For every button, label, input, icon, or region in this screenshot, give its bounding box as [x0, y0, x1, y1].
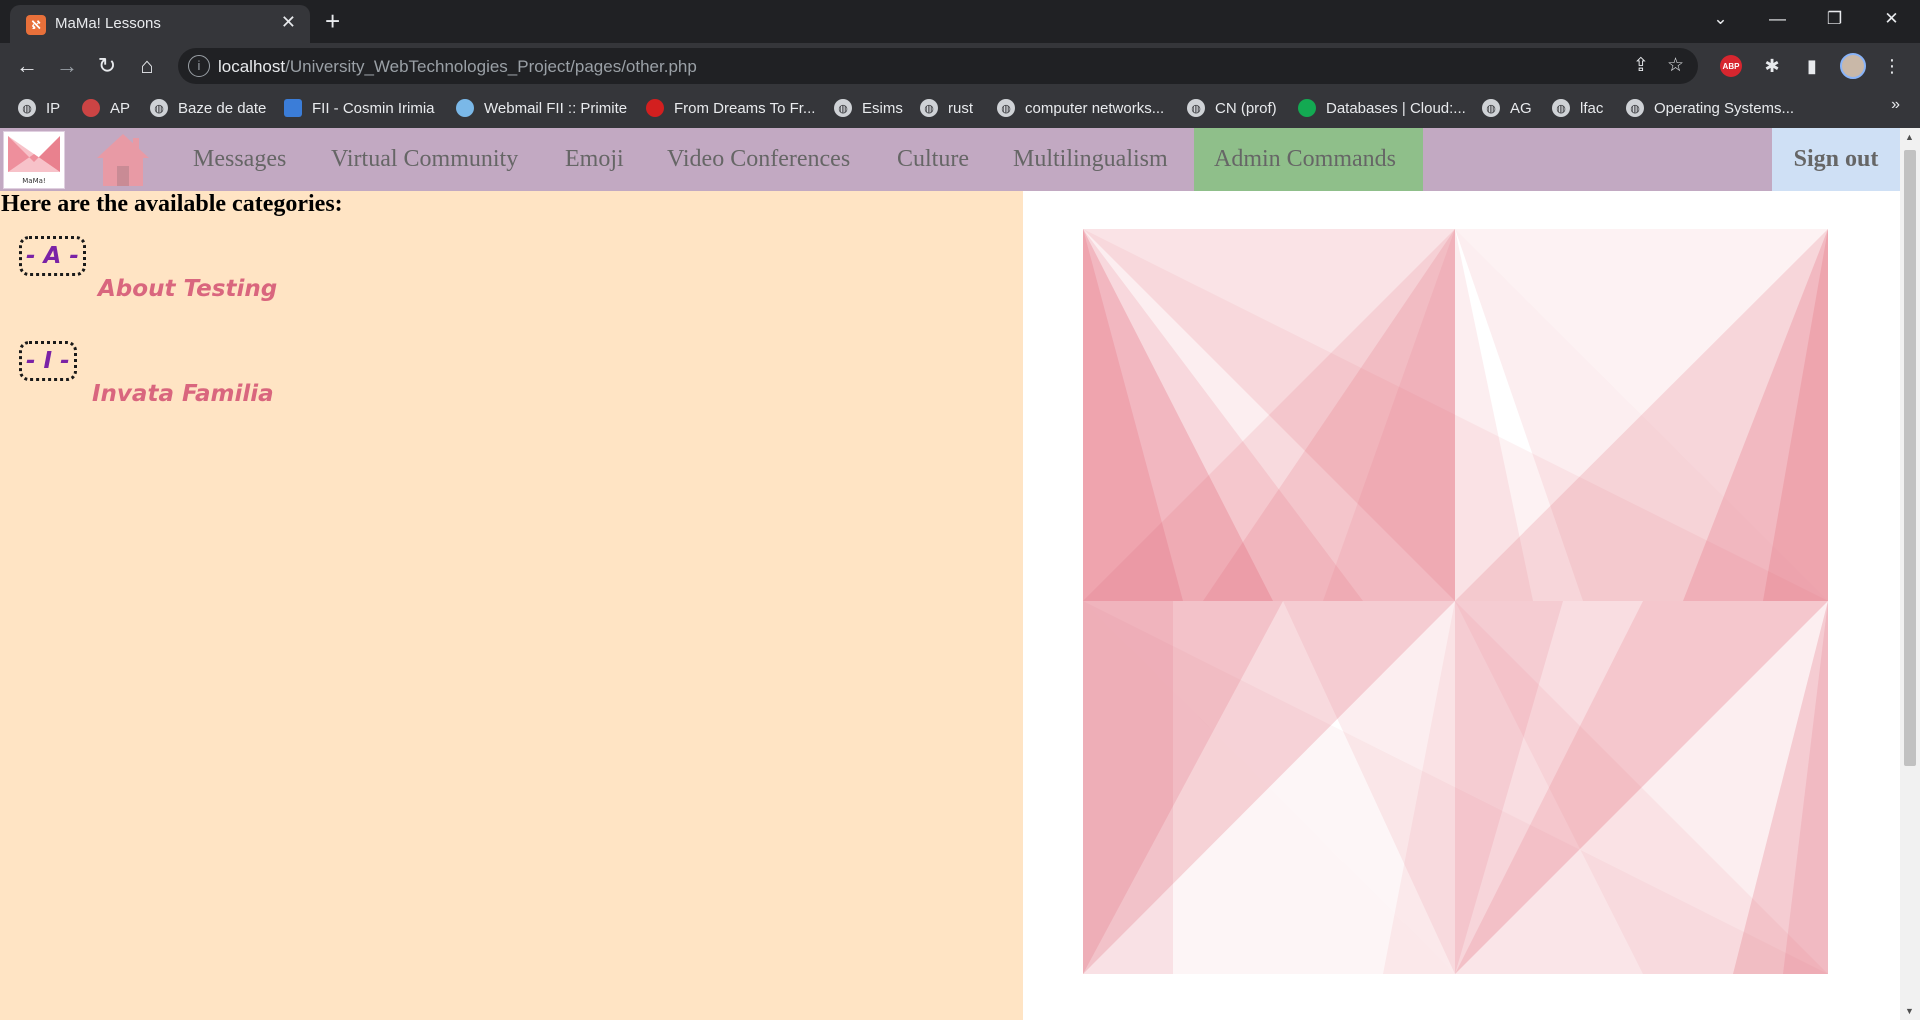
globe-icon: ◍: [1482, 99, 1500, 117]
scroll-down-arrow-icon[interactable]: ▼: [1905, 1006, 1914, 1016]
globe-icon: ◍: [1187, 99, 1205, 117]
tab-title: MaMa! Lessons: [55, 15, 161, 32]
lesson-link-invata-familia[interactable]: Invata Familia: [92, 381, 274, 407]
mama-logo-illustration: [1083, 229, 1828, 974]
page-viewport: MaMa! Messages Virtual Community Emoji V…: [0, 128, 1900, 1020]
page-title: Here are the available categories:: [1, 191, 343, 217]
home-house-icon[interactable]: [95, 132, 151, 188]
adblock-plus-icon[interactable]: ABP: [1716, 51, 1746, 81]
side-panel-icon[interactable]: ▮: [1797, 51, 1827, 81]
bookmark-item[interactable]: ◍ computer networks...: [997, 96, 1164, 120]
nav-virtual-community[interactable]: Virtual Community: [311, 128, 538, 191]
home-icon[interactable]: ⌂: [130, 49, 164, 83]
address-url: localhost/University_WebTechnologies_Pro…: [218, 57, 697, 76]
restore-icon[interactable]: ❐: [1806, 0, 1863, 38]
globe-icon: ◍: [920, 99, 938, 117]
fii-icon: [284, 99, 302, 117]
bookmark-item[interactable]: ◍ rust: [920, 96, 973, 120]
illustration-panel: [1023, 191, 1900, 1020]
bookmark-item[interactable]: ◍ AG: [1482, 96, 1532, 120]
nav-messages[interactable]: Messages: [173, 128, 306, 191]
forward-icon[interactable]: →: [50, 49, 84, 83]
bookmark-item[interactable]: ◍ CN (prof): [1187, 96, 1277, 120]
webmail-icon: [456, 99, 474, 117]
dreams-icon: [646, 99, 664, 117]
nav-culture[interactable]: Culture: [877, 128, 989, 191]
categories-panel: Here are the available categories: - A -…: [0, 191, 1023, 1020]
bookmarks-bar: ◍ IP AP ◍ Baze de date FII - Cosmin Irimia…: [0, 88, 1920, 128]
menu-kebab-icon[interactable]: ⋮: [1877, 51, 1907, 81]
window-controls: ⌄ — ❐ ✕: [1692, 0, 1920, 43]
globe-icon: ◍: [997, 99, 1015, 117]
globe-icon: ◍: [834, 99, 852, 117]
page-scrollbar[interactable]: ▲ ▼: [1900, 128, 1920, 1020]
scroll-up-arrow-icon[interactable]: ▲: [1905, 132, 1914, 142]
new-tab-icon[interactable]: +: [325, 6, 340, 36]
scrollbar-thumb[interactable]: [1904, 150, 1916, 766]
profile-avatar-icon[interactable]: [1838, 51, 1868, 81]
bookmark-item[interactable]: Webmail FII :: Primite: [456, 96, 627, 120]
extensions-icon[interactable]: ✱: [1757, 51, 1787, 81]
bookmark-item[interactable]: ◍ Baze de date: [150, 96, 266, 120]
bookmark-item[interactable]: ◍ lfac: [1552, 96, 1603, 120]
close-window-icon[interactable]: ✕: [1863, 0, 1920, 38]
sign-out-button[interactable]: Sign out: [1772, 128, 1900, 191]
globe-icon: ◍: [1626, 99, 1644, 117]
address-bar[interactable]: i localhost/University_WebTechnologies_P…: [178, 48, 1698, 84]
back-icon[interactable]: ←: [10, 49, 44, 83]
bookmark-item[interactable]: Databases | Cloud:...: [1298, 96, 1466, 120]
category-letter-i: - I -: [19, 341, 77, 381]
nav-video-conferences[interactable]: Video Conferences: [647, 128, 870, 191]
site-info-icon[interactable]: i: [188, 55, 210, 77]
bookmark-item[interactable]: From Dreams To Fr...: [646, 96, 815, 120]
nav-emoji[interactable]: Emoji: [545, 128, 644, 191]
globe-icon: ◍: [1552, 99, 1570, 117]
ap-icon: [82, 99, 100, 117]
tab-search-icon[interactable]: ⌄: [1692, 0, 1749, 38]
globe-icon: ◍: [18, 99, 36, 117]
bookmark-item[interactable]: ◍ IP: [18, 96, 60, 120]
minimize-icon[interactable]: —: [1749, 0, 1806, 38]
bookmark-item[interactable]: ◍ Esims: [834, 96, 903, 120]
bookmark-item[interactable]: FII - Cosmin Irimia: [284, 96, 435, 120]
svg-text:MaMa!: MaMa!: [22, 177, 45, 185]
browser-tabstrip: ℵ MaMa! Lessons ✕ + ⌄ — ❐ ✕: [0, 0, 1920, 43]
mongodb-icon: [1298, 99, 1316, 117]
xampp-favicon-icon: ℵ: [26, 15, 46, 35]
nav-admin-commands[interactable]: Admin Commands: [1194, 128, 1423, 191]
category-letter-a: - A -: [19, 236, 86, 276]
site-navbar: MaMa! Messages Virtual Community Emoji V…: [0, 128, 1900, 191]
share-icon[interactable]: ⇪: [1633, 54, 1649, 77]
browser-tab[interactable]: ℵ MaMa! Lessons ✕: [10, 5, 310, 43]
globe-icon: ◍: [150, 99, 168, 117]
more-bookmarks-icon[interactable]: »: [1891, 96, 1900, 114]
bookmark-star-icon[interactable]: ☆: [1667, 54, 1684, 77]
mama-logo[interactable]: MaMa!: [3, 131, 65, 189]
close-tab-icon[interactable]: ✕: [281, 12, 296, 33]
lesson-link-about-testing[interactable]: About Testing: [98, 276, 277, 302]
bookmark-item[interactable]: AP: [82, 96, 130, 120]
bookmark-item[interactable]: ◍ Operating Systems...: [1626, 96, 1794, 120]
nav-multilingualism[interactable]: Multilingualism: [993, 128, 1188, 191]
browser-toolbar: ← → ↻ ⌂ i localhost/University_WebTechno…: [0, 43, 1920, 88]
reload-icon[interactable]: ↻: [90, 49, 124, 83]
